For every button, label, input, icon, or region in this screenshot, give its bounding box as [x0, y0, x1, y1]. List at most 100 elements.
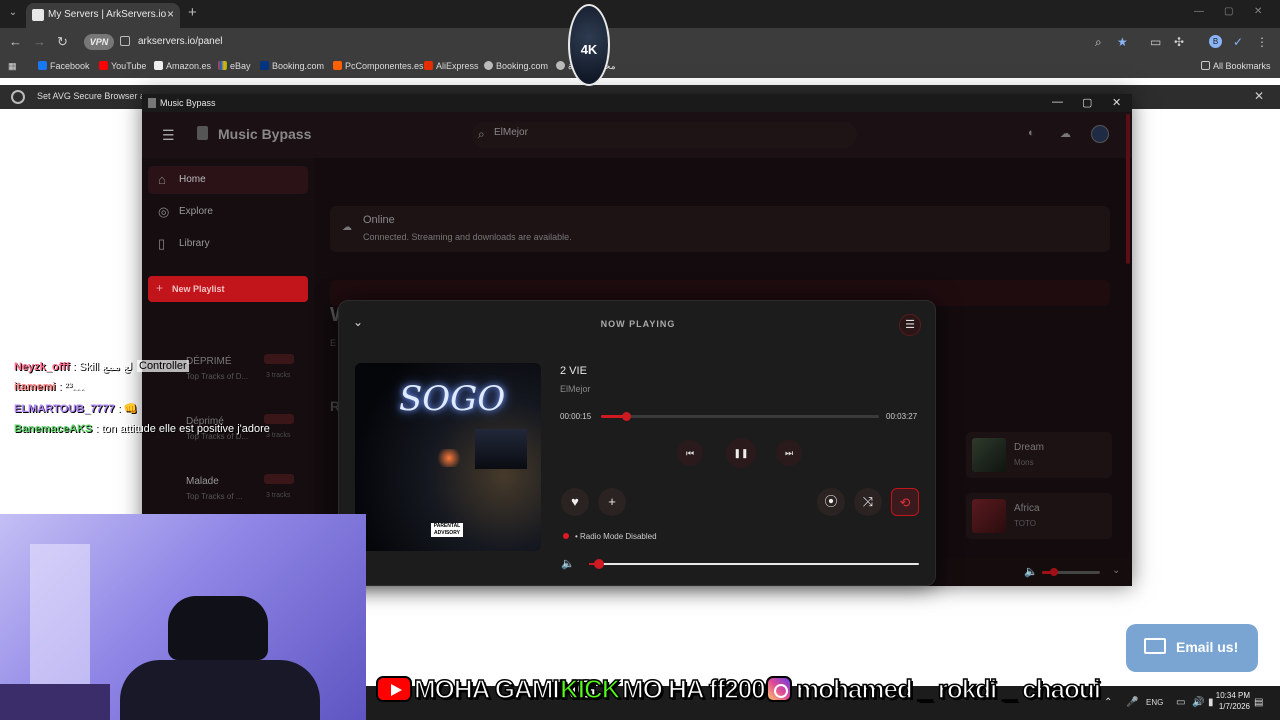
kick-handle: MO HA ff2000 [621, 673, 780, 705]
nav-explore[interactable]: ◎ Explore [148, 198, 308, 226]
pause-button[interactable]: ❚❚ [726, 438, 756, 468]
vpn-badge[interactable]: VPN [84, 34, 114, 50]
new-tab-plus-icon[interactable]: + [188, 4, 197, 21]
zoom-lens-icon[interactable]: ⌕ [1095, 35, 1102, 50]
bookmark-booking-2[interactable]: Booking.com [484, 61, 548, 71]
song-artist: Mons [1014, 458, 1034, 467]
browser-close-icon[interactable]: ✕ [1254, 6, 1262, 17]
envelope-icon [1144, 638, 1166, 654]
bookmark-pccomponentes[interactable]: PcComponentes.es [333, 61, 424, 71]
search-bar[interactable]: ⌕ [472, 122, 857, 148]
youtube-icon [99, 61, 108, 70]
chat-badge-label: Controller [137, 360, 189, 372]
cast-icon[interactable]: ▭ [1150, 35, 1161, 49]
extension-check-icon[interactable]: ✓ [1233, 35, 1243, 49]
tab-search-chevron-icon[interactable]: ⌄ [6, 7, 20, 21]
app-minimize-icon[interactable]: — [1052, 96, 1063, 108]
mini-volume-knob[interactable] [1049, 568, 1058, 576]
now-playing-title: NOW PLAYING [600, 319, 676, 329]
profile-avatar[interactable]: B [1209, 35, 1222, 48]
all-bookmarks-folder[interactable]: All Bookmarks [1201, 61, 1271, 71]
progress-bar[interactable] [601, 412, 879, 421]
add-to-playlist-button[interactable]: + [598, 488, 626, 516]
volume-icon[interactable]: 🔈 [561, 557, 575, 570]
palette-icon[interactable]: ◐ [1028, 127, 1035, 139]
playlist-item[interactable]: DÉPRIMÉ Top Tracks of D... 3 tracks [148, 348, 308, 396]
url-field[interactable]: arkservers.io/panel [138, 36, 222, 47]
next-track-button[interactable]: ⏭ [776, 440, 802, 466]
globe-icon [556, 61, 565, 70]
browser-menu-kebab-icon[interactable]: ⋮ [1256, 35, 1268, 49]
webcam-feed [0, 514, 366, 720]
email-us-button[interactable]: Email us! [1126, 624, 1258, 672]
volume-slider[interactable] [589, 559, 919, 569]
browser-minimize-icon[interactable]: — [1194, 6, 1204, 17]
speaker-icon[interactable]: 🔊 [1192, 697, 1204, 708]
chat-text: : 👊 [117, 403, 138, 415]
clock-time: 10:34 PM [1215, 691, 1250, 700]
plus-icon: + [156, 281, 164, 295]
infobar-close-icon[interactable]: ✕ [1254, 89, 1264, 103]
shuffle-button[interactable]: ⤨ [854, 488, 882, 516]
back-arrow-icon[interactable]: ← [9, 34, 22, 49]
current-song-artist[interactable]: ElMejor [560, 384, 591, 394]
bookmark-booking[interactable]: Booking.com [260, 61, 324, 71]
like-heart-button[interactable]: ♥ [561, 488, 589, 516]
radio-broadcast-button[interactable]: ⦿ [817, 488, 845, 516]
recommended-song[interactable]: Dream Mons [966, 432, 1112, 478]
user-avatar[interactable] [1091, 125, 1109, 143]
queue-list-icon[interactable]: ☰ [899, 314, 921, 336]
chat-username: itamemi [14, 381, 56, 393]
app-logo-icon [148, 98, 156, 108]
nav-library[interactable]: ▯ Library [148, 230, 308, 258]
recommended-song[interactable]: Africa TOTO [966, 493, 1112, 539]
progress-knob[interactable] [621, 412, 631, 421]
instagram-logo-icon [766, 676, 792, 702]
language-indicator[interactable]: ENG [1146, 698, 1163, 707]
repeat-button[interactable]: ⟲ [891, 488, 919, 516]
app-close-icon[interactable]: ✕ [1112, 96, 1121, 109]
playlist-item[interactable]: Malade Top Tracks of ... 3 tracks [148, 468, 308, 516]
previous-track-button[interactable]: ⏮ [677, 440, 703, 466]
volume-knob[interactable] [593, 559, 604, 569]
network-icon[interactable]: ▭ [1176, 697, 1185, 708]
nav-home[interactable]: ⌂ Home [148, 166, 308, 194]
ebay-icon [218, 61, 227, 70]
apps-grid-icon[interactable]: ▦ [8, 61, 17, 72]
close-tab-icon[interactable]: × [167, 7, 174, 21]
current-song-title: 2 VIE [560, 365, 587, 377]
tray-chevron-icon[interactable]: ⌃ [1104, 697, 1112, 708]
scrollbar[interactable] [1126, 114, 1130, 264]
mini-volume-icon[interactable]: 🔈 [1024, 565, 1038, 578]
bookmark-facebook[interactable]: Facebook [38, 61, 90, 71]
site-info-icon[interactable] [120, 36, 130, 46]
bookmarks-bar: ▦ Facebook YouTube Amazon.es eBay Bookin… [0, 56, 1280, 78]
browser-maximize-icon[interactable]: ▢ [1224, 6, 1233, 17]
forward-arrow-icon[interactable]: → [33, 34, 46, 49]
app-maximize-icon[interactable]: ▢ [1082, 96, 1092, 109]
browser-tab[interactable]: My Servers | ArkServers.io × [26, 3, 180, 28]
total-time: 00:03:27 [886, 412, 918, 421]
reload-icon[interactable]: ↻ [57, 34, 68, 50]
cloud-icon[interactable]: ☁ [1060, 127, 1071, 140]
new-playlist-button[interactable]: + New Playlist [148, 276, 308, 302]
extensions-puzzle-icon[interactable]: ✣ [1174, 35, 1184, 49]
mini-volume-slider[interactable] [1042, 568, 1100, 576]
playlist-name: DÉPRIMÉ [186, 356, 232, 367]
facebook-icon [38, 61, 47, 70]
connection-status-card: ☁ Online Connected. Streaming and downlo… [330, 206, 1110, 252]
search-input[interactable] [494, 127, 814, 138]
microphone-icon[interactable]: 🎤 [1126, 697, 1138, 708]
bookmark-aliexpress[interactable]: AliExpress [424, 61, 479, 71]
elapsed-time: 00:00:15 [560, 412, 592, 421]
notification-icon[interactable]: ▤ [1254, 697, 1263, 708]
taskbar-clock[interactable]: 10:34 PM 1/7/2026 [1206, 690, 1250, 712]
bookmark-amazon[interactable]: Amazon.es [154, 61, 211, 71]
hamburger-menu-icon[interactable]: ☰ [162, 127, 175, 144]
expand-chevron-icon[interactable]: ⌄ [1112, 565, 1120, 576]
parental-advisory-label: PARENTAL ADVISORY [431, 523, 463, 537]
bookmark-star-icon[interactable]: ★ [1117, 35, 1128, 49]
webcam-desk [0, 684, 110, 720]
bookmark-youtube[interactable]: YouTube [99, 61, 146, 71]
bookmark-ebay[interactable]: eBay [218, 61, 251, 71]
